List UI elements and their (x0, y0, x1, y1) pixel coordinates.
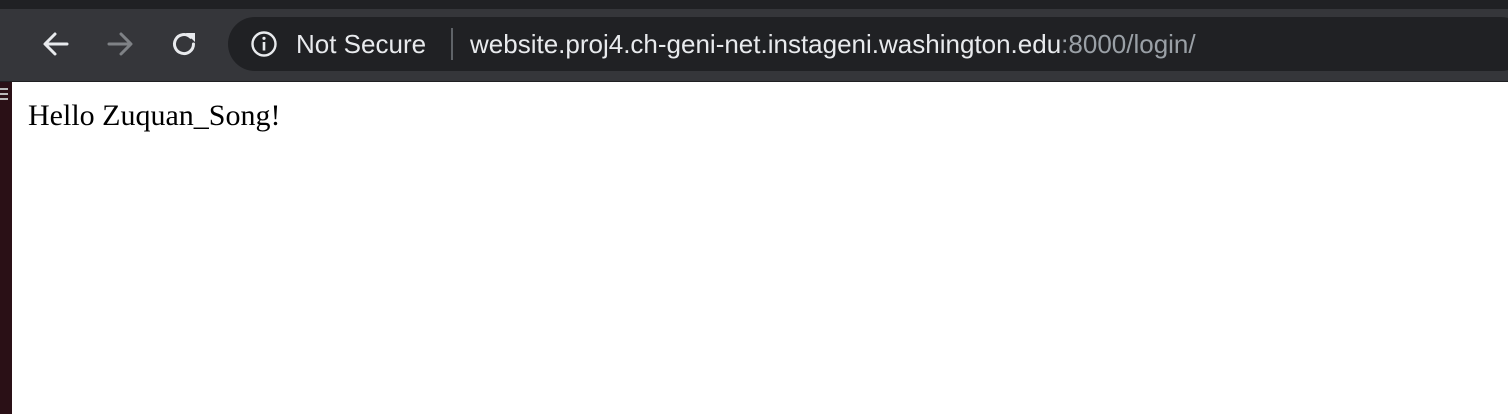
url-host: website.proj4.ch-geni-net.instageni.wash… (470, 29, 1062, 59)
tab-strip-edge (0, 0, 1508, 9)
page-content: Hello Zuquan_Song! (12, 82, 1508, 414)
url-port-path: :8000/login/ (1061, 29, 1196, 59)
browser-window: Not Secure website.proj4.ch-geni-net.ins… (0, 0, 1508, 414)
url-text[interactable]: website.proj4.ch-geni-net.instageni.wash… (470, 27, 1196, 61)
reload-icon (173, 33, 196, 56)
menu-lines-icon (0, 88, 8, 100)
arrow-right-icon (107, 32, 133, 56)
info-icon[interactable] (250, 30, 278, 58)
greeting-text: Hello Zuquan_Song! (28, 99, 281, 132)
security-status-label[interactable]: Not Secure (296, 27, 426, 61)
omnibox-divider (451, 28, 453, 60)
browser-toolbar: Not Secure website.proj4.ch-geni-net.ins… (0, 0, 1508, 82)
arrow-left-icon (43, 32, 69, 56)
background-window-edge (0, 82, 12, 414)
reload-button[interactable] (165, 25, 203, 63)
back-button[interactable] (37, 25, 75, 63)
address-bar[interactable]: Not Secure website.proj4.ch-geni-net.ins… (228, 17, 1508, 71)
forward-button[interactable] (101, 25, 139, 63)
